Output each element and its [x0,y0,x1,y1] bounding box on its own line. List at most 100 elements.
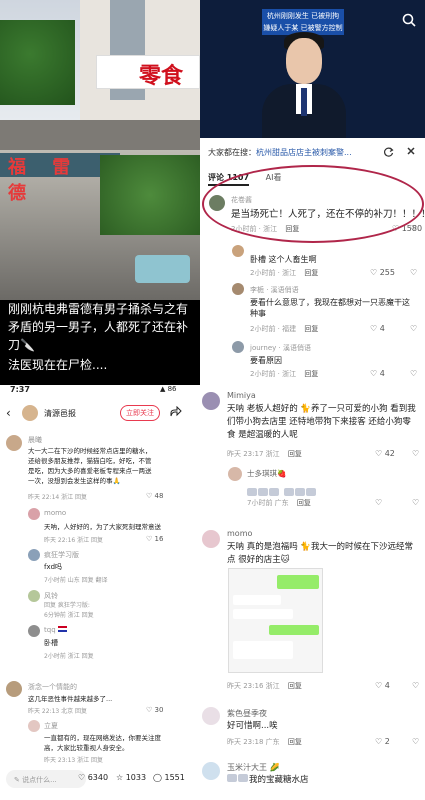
comment-author[interactable]: 士多琪琪🍓 [247,468,286,479]
avatar[interactable] [6,435,22,451]
dislike-icon[interactable]: ♡ [412,681,419,690]
status-icons: ▲ 86 [160,385,177,393]
avatar[interactable] [202,392,220,410]
trending-prefix: 大家都在搜： [208,148,256,157]
attached-screenshot[interactable] [228,568,323,673]
comment-meta: 昨天 23:17 浙江 回复 [227,450,302,458]
comment-meta: 昨天 22:13 北京 回复 [28,708,88,715]
refresh-icon[interactable] [384,147,394,157]
comment-meta: 2小时前 浙江 回复 [44,653,94,660]
dislike-icon[interactable]: ♡ [412,737,419,746]
comment-text: 大一大二在下沙的时候经常点店里的糖水，还给很多朋友推荐，猫猫白吃，好吃，不管是吃… [28,447,152,485]
comment-author[interactable]: 疯狂学习版 [44,550,79,560]
comment-text: 我的宝藏糖水店 [227,774,309,787]
highlight-circle [202,165,424,243]
tree [100,155,200,235]
avatar[interactable] [28,590,40,602]
comment-meta: 昨天 22:16 浙江 回复 [44,537,104,544]
like-count[interactable]: ♡ 4 [370,324,385,333]
avatar[interactable] [6,681,22,697]
comment-author[interactable]: momo [44,509,66,517]
reply-button[interactable]: 回复 [304,370,318,378]
street-photo-panel: 零食 福 雷 德 刚刚杭电弗雷德有男子捅杀与之有矛盾的另一男子，人都死了还在补刀… [0,0,200,385]
profile-name[interactable]: 清源邑报 [44,408,76,419]
avatar[interactable] [202,530,220,548]
reply-button[interactable]: 回复 [288,450,302,458]
comment-author[interactable]: journey · 溪语俏语 [250,343,311,353]
comment-text: 天呐，人好好的，为了大家死刻理常意送 [44,523,161,531]
avatar[interactable] [232,283,244,295]
like-count[interactable]: ♡ 4 [375,681,390,690]
dislike-icon[interactable]: ♡ [412,498,419,507]
comment-text: 天呐 老板人超好的 🐈养了一只可爱的小狗 看到我们带小狗去店里 还特地带狗下来接… [227,404,416,440]
comment-input[interactable]: ✎ 说点什么... [6,770,86,788]
like-count[interactable]: ♡ 16 [146,535,163,543]
comment-author[interactable]: 晨曦 [28,435,42,445]
trending-search[interactable]: 大家都在搜：杭州甜品店店主被刺案警... [208,147,352,158]
star-button[interactable]: ☆ 1033 [116,773,146,782]
avatar[interactable] [232,341,244,353]
avatar[interactable] [232,245,244,257]
dislike-icon[interactable]: ♡ [412,449,419,458]
avatar[interactable] [28,549,40,561]
chat-bubble [233,609,293,619]
close-icon[interactable] [406,146,416,156]
comment-author[interactable]: 浙念一个情能的 [28,682,77,692]
reply-button[interactable]: 回复 [288,682,302,690]
weibo-comments-panel: Mimiya 天呐 老板人超好的 🐈养了一只可爱的小狗 看到我们带小狗去店里 还… [200,385,425,800]
dislike-icon[interactable]: ♡ [410,369,417,378]
comment-author[interactable]: tqq [44,626,67,634]
dislike-icon[interactable]: ♡ [410,268,417,277]
comment-author[interactable]: 李栀 · 溪语俏语 [250,285,299,295]
comment-button[interactable]: ◯ 1551 [153,773,185,782]
like-count[interactable]: ♡ 42 [375,449,395,458]
search-icon[interactable] [402,13,416,27]
chat-bubble [233,595,281,605]
avatar[interactable] [28,720,40,732]
dislike-icon[interactable]: ♡ [410,224,417,233]
comment-meta: 昨天 23:13 浙江 回复 [44,757,104,764]
comment-text: fxd吗 [44,563,63,571]
reply-button[interactable]: 回复 [288,738,302,746]
comment-author[interactable]: 玉米汁大王 🌽 [227,762,280,773]
follow-button[interactable]: 立即关注 [120,405,160,421]
avatar[interactable] [202,707,220,725]
comment-author[interactable]: Mimiya [227,391,256,400]
reply-button[interactable]: 回复 [297,499,311,507]
share-icon[interactable] [170,406,182,418]
anchor-tie [301,88,307,116]
avatar[interactable] [228,467,242,481]
comment-author[interactable]: 紫色昼季夜 [227,708,267,719]
comment-text: 要看原因 [250,356,282,365]
comment-text: 要看什么意思了，我现在都想对一只恶魔干这种事 [250,298,410,318]
reply-button[interactable]: 回复 [304,325,318,333]
like-button[interactable]: ♡ 6340 [78,773,108,782]
like-count[interactable]: ♡ 48 [146,492,163,500]
avatar[interactable] [28,508,40,520]
reply-button[interactable]: 回复 [304,269,318,277]
comment-meta: 7小时前 山东 回复 翻译 [44,577,108,584]
trending-link[interactable]: 杭州甜品店店主被刺案警... [256,148,352,157]
comment-author[interactable]: momo [227,529,252,538]
comment-text: 一直都有的，现在网络发达，你要关注度高，大家比较重视人身安全。 [44,734,161,752]
avatar[interactable] [202,762,220,780]
profile-avatar[interactable] [22,405,38,421]
comment-meta: 2小时前 · 浙江 回复 [250,370,319,378]
video-comments-panel: 杭州刚刚发生 已被刑拘 嫌疑人于某 已被警方控制 大家都在搜：杭州甜品店店主被刺… [200,0,425,385]
like-count[interactable]: ♡ 255 [370,268,395,277]
avatar[interactable] [28,625,40,637]
like-icon[interactable]: ♡ [375,498,382,507]
dislike-icon[interactable]: ♡ [410,324,417,333]
comment-meta: 2小时前 · 浙江 回复 [250,269,319,277]
news-anchor [286,38,322,84]
flag-icon [57,626,67,632]
street [0,120,200,150]
like-count[interactable]: ♡ 2 [375,737,390,746]
like-count[interactable]: ♡ 4 [370,369,385,378]
comment-text: 卧槽 [44,639,58,647]
like-count[interactable]: ♡ 30 [146,706,163,714]
comment-author[interactable]: 立夏 [44,721,58,731]
photo-caption: 刚刚杭电弗雷德有男子捅杀与之有矛盾的另一男子，人都死了还在补刀🔪 [8,302,189,352]
back-icon[interactable]: ‹ [6,406,11,420]
social-comments-panel: 7:37 ▲ 86 ‹ 清源邑报 立即关注 晨曦 大一大二在下沙的时候经常点店里… [0,385,200,800]
